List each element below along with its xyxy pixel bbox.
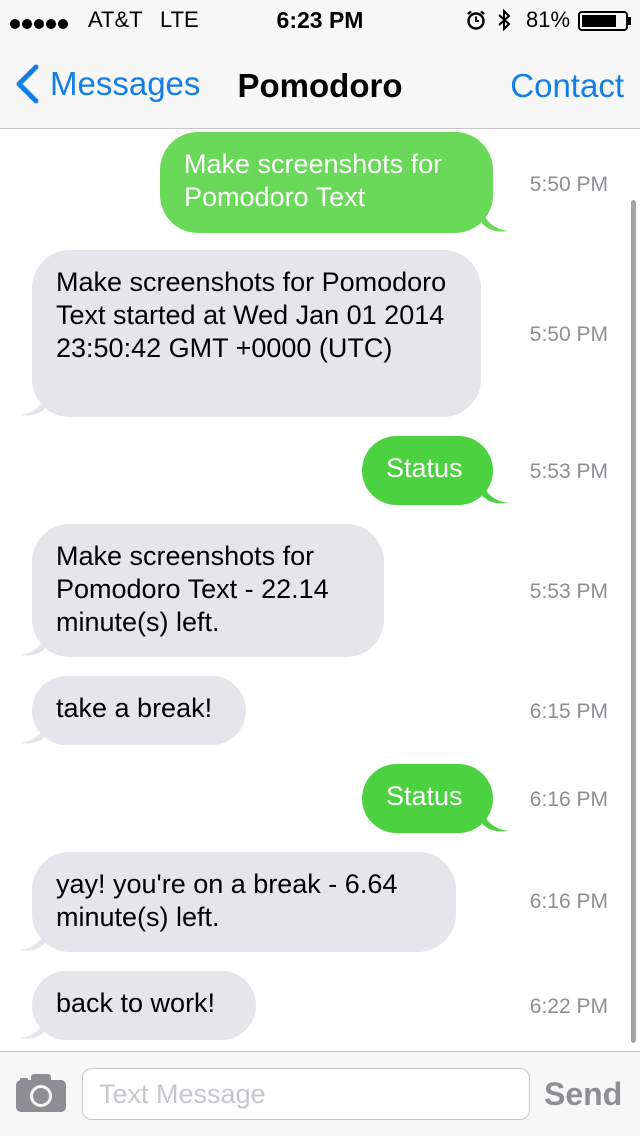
battery-percentage: 81% xyxy=(526,7,571,32)
message-timestamp: 5:53 PM xyxy=(529,580,608,603)
message-text: Make screenshots for Pomodoro Text start… xyxy=(56,267,447,363)
bubble-tail xyxy=(20,1014,46,1039)
scrollbar[interactable] xyxy=(631,200,636,1043)
bubble-tail xyxy=(20,719,46,744)
camera-icon[interactable] xyxy=(14,1072,68,1114)
message-text: Status xyxy=(386,453,463,483)
message-input-bar: Send xyxy=(0,1051,640,1136)
bubble-tail xyxy=(482,807,508,832)
message-bubble-received[interactable]: yay! you're on a break - 6.64 minute(s) … xyxy=(32,852,456,952)
message-text: Make screenshots for Pomodoro Text - 22.… xyxy=(56,541,329,637)
message-bubble-sent[interactable]: Status xyxy=(362,436,493,505)
message-bubble-received[interactable]: take a break! xyxy=(32,676,246,745)
message-bubble-received[interactable]: back to work! xyxy=(32,971,256,1040)
bubble-tail xyxy=(482,479,508,504)
contact-button[interactable]: Contact xyxy=(510,67,624,105)
text-message-input[interactable] xyxy=(82,1068,530,1120)
message-text: back to work! xyxy=(56,988,216,1018)
message-timestamp: 6:15 PM xyxy=(529,700,608,723)
messages-screen: AT&T LTE 6:23 PM 81% Messages Pomodoro C… xyxy=(0,0,640,1136)
status-bar: AT&T LTE 6:23 PM 81% xyxy=(0,0,640,40)
message-timestamp: 6:22 PM xyxy=(529,995,608,1018)
battery-icon xyxy=(578,11,631,31)
message-list[interactable]: Make screenshots for Pomodoro Text 5:50 … xyxy=(0,129,640,1051)
message-bubble-received[interactable]: Make screenshots for Pomodoro Text start… xyxy=(32,250,481,417)
alarm-icon xyxy=(467,10,485,30)
bluetooth-icon xyxy=(498,8,511,32)
message-timestamp: 6:16 PM xyxy=(529,890,608,913)
bubble-tail xyxy=(482,207,508,232)
bubble-tail xyxy=(20,391,46,416)
bubble-tail xyxy=(20,631,46,656)
message-timestamp: 5:53 PM xyxy=(529,460,608,483)
message-timestamp: 5:50 PM xyxy=(529,173,608,196)
navigation-bar: Messages Pomodoro Contact xyxy=(0,40,640,129)
message-text: Status xyxy=(386,781,463,811)
message-text: take a break! xyxy=(56,693,213,723)
bubble-tail xyxy=(20,926,46,951)
message-timestamp: 5:50 PM xyxy=(529,323,608,346)
message-timestamp: 6:16 PM xyxy=(529,788,608,811)
message-bubble-sent[interactable]: Status xyxy=(362,764,493,833)
message-text: yay! you're on a break - 6.64 minute(s) … xyxy=(56,869,398,932)
message-bubble-sent[interactable]: Make screenshots for Pomodoro Text xyxy=(160,132,493,233)
message-bubble-received[interactable]: Make screenshots for Pomodoro Text - 22.… xyxy=(32,524,384,657)
message-text: Make screenshots for Pomodoro Text xyxy=(184,149,443,212)
send-button[interactable]: Send xyxy=(544,1076,622,1113)
